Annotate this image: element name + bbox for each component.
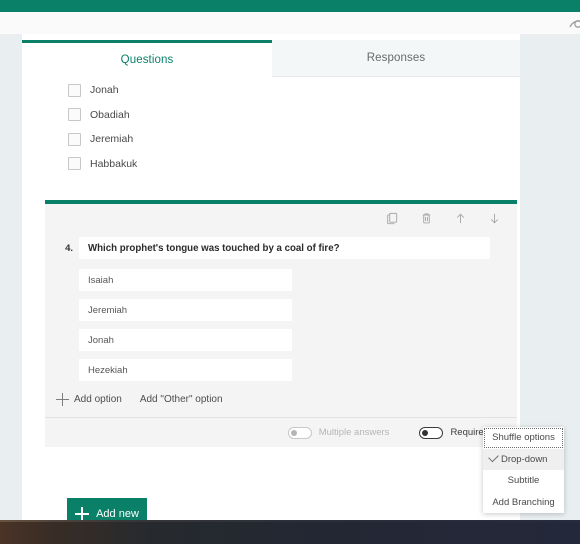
question-settings-row: Multiple answers Required [45,418,517,447]
top-accent-bar [0,0,580,12]
menu-item-label: Subtitle [507,475,540,487]
list-item[interactable]: Jeremiah [22,127,520,152]
choice-label: Jeremiah [90,133,134,146]
option-input-4[interactable]: Hezekiah [79,359,292,381]
option-input-3[interactable]: Jonah [79,329,292,351]
previous-question-choice-list: Jonah Obadiah Jeremiah Habbakuk [22,78,520,176]
form-tabs: Questions Responses [22,40,520,77]
delete-icon[interactable] [419,211,433,225]
option-input-1[interactable]: Isaiah [79,269,292,291]
choice-label: Jonah [90,84,119,97]
tab-responses[interactable]: Responses [272,40,520,77]
required-toggle[interactable] [419,426,444,439]
menu-item-drop-down[interactable]: Drop-down [483,448,564,470]
add-option-row: Add option Add "Other" option [45,389,517,417]
copy-icon[interactable] [385,211,399,225]
tab-questions[interactable]: Questions [22,40,272,76]
option-input-2[interactable]: Jeremiah [79,299,292,321]
add-new-button[interactable]: Add new [67,498,147,520]
check-icon [488,451,499,462]
question-number: 4. [65,242,73,254]
menu-item-add-branching[interactable]: Add Branching [483,492,564,514]
menu-item-label: Drop-down [501,453,548,465]
move-up-icon[interactable] [453,211,467,225]
list-item[interactable]: Obadiah [22,103,520,128]
tab-questions-label: Questions [120,53,174,66]
choice-label: Obadiah [90,108,130,121]
question-text-input[interactable]: Which prophet's tongue was touched by a … [79,237,490,259]
form-surface: Questions Responses Jonah Obadiah Jeremi… [22,34,520,520]
menu-item-label: Add Branching [492,496,555,508]
tab-responses-label: Responses [366,52,426,64]
plus-icon [75,507,90,520]
desktop-strip-edge [0,520,580,522]
multiple-answers-label: Multiple answers [318,427,390,438]
multiple-answers-group: Multiple answers [287,426,390,439]
move-down-icon[interactable] [487,211,501,225]
add-new-label: Add new [96,508,139,520]
menu-item-subtitle[interactable]: Subtitle [483,470,564,492]
question-card[interactable]: 4. Which prophet's tongue was touched by… [45,200,517,447]
checkbox-jonah[interactable] [68,83,81,97]
forms-app-window: Questions Responses Jonah Obadiah Jeremi… [0,0,580,520]
preview-gear-icon[interactable] [566,16,580,32]
add-option-button[interactable]: Add option [56,393,122,406]
multiple-answers-toggle[interactable] [287,426,312,439]
checkbox-obadiah[interactable] [68,108,81,122]
menu-item-label: Shuffle options [492,432,555,444]
required-group: Required [419,426,489,439]
question-title-row: 4. Which prophet's tongue was touched by… [45,232,517,269]
list-item[interactable]: Habbakuk [22,152,520,177]
checkbox-habbakuk[interactable] [68,157,81,171]
add-option-label: Add option [74,394,122,405]
checkbox-jeremiah[interactable] [68,132,81,146]
question-options-menu: Shuffle options Drop-down Subtitle Add B… [483,427,564,513]
top-toolbar [0,12,580,35]
menu-item-shuffle-options[interactable]: Shuffle options [483,427,564,449]
question-card-toolbar [45,204,517,232]
add-other-option-button[interactable]: Add "Other" option [140,394,223,405]
list-item[interactable]: Jonah [22,78,520,103]
desktop-background-strip [0,520,580,544]
choice-label: Habbakuk [90,157,138,170]
plus-icon [56,393,69,406]
